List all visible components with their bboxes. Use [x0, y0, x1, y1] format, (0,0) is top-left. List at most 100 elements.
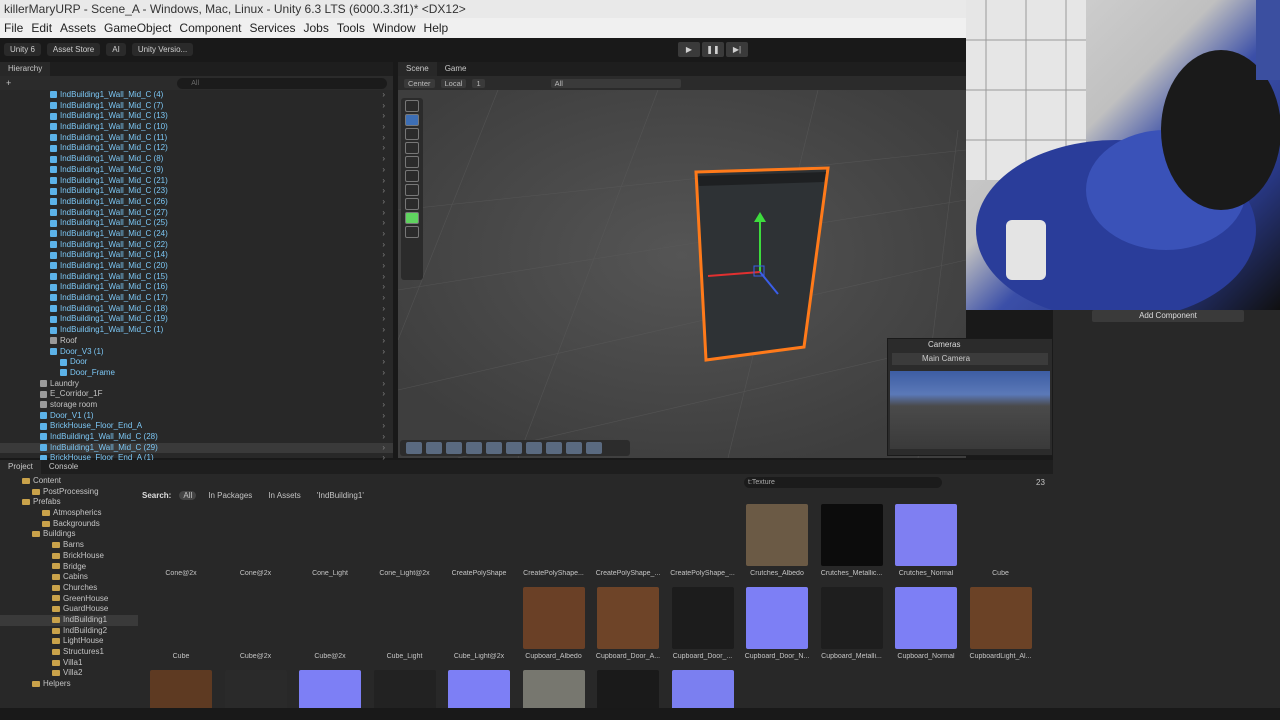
add-component-button[interactable]: Add Component: [1092, 310, 1244, 322]
asset-item[interactable]: Crutches_Metallic...: [815, 504, 889, 584]
object-mode-icon[interactable]: [406, 442, 422, 454]
menu-item-file[interactable]: File: [0, 18, 27, 38]
folder-row[interactable]: Buildings: [0, 529, 138, 540]
folder-row[interactable]: Backgrounds: [0, 519, 138, 530]
camera-dropdown[interactable]: Main Camera: [892, 353, 1048, 365]
hierarchy-row[interactable]: IndBuilding1_Wall_Mid_C (1) ›: [0, 325, 393, 336]
hierarchy-row[interactable]: IndBuilding1_Wall_Mid_C (12) ›: [0, 143, 393, 154]
hierarchy-row[interactable]: IndBuilding1_Wall_Mid_C (27) ›: [0, 208, 393, 219]
folder-row[interactable]: IndBuilding2: [0, 626, 138, 637]
asset-item[interactable]: Crutches_Albedo: [740, 504, 814, 584]
menu-item-window[interactable]: Window: [369, 18, 420, 38]
expand-arrow-icon[interactable]: ›: [382, 218, 385, 229]
space-dropdown[interactable]: Local: [440, 78, 467, 88]
expand-arrow-icon[interactable]: ›: [382, 229, 385, 240]
move-icon[interactable]: [566, 442, 582, 454]
expand-arrow-icon[interactable]: ›: [382, 293, 385, 304]
folder-row[interactable]: Helpers: [0, 679, 138, 690]
menu-item-help[interactable]: Help: [420, 18, 453, 38]
grid-icon[interactable]: [586, 442, 602, 454]
expand-arrow-icon[interactable]: ›: [382, 208, 385, 219]
move-tool-icon[interactable]: [405, 114, 419, 126]
hierarchy-row[interactable]: IndBuilding1_Wall_Mid_C (19) ›: [0, 314, 393, 325]
scene-view[interactable]: Scene Game Center Local 1 All: [398, 62, 966, 458]
expand-arrow-icon[interactable]: ›: [382, 347, 385, 358]
ai-button[interactable]: AI: [106, 42, 126, 56]
rect-tool-icon[interactable]: [405, 156, 419, 168]
asset-item[interactable]: Cube_Light@2x: [442, 587, 516, 667]
hierarchy-row[interactable]: IndBuilding1_Wall_Mid_C (28) ›: [0, 432, 393, 443]
asset-item[interactable]: Cupboard_Normal: [889, 587, 963, 667]
expand-arrow-icon[interactable]: ›: [382, 240, 385, 251]
expand-arrow-icon[interactable]: ›: [382, 176, 385, 187]
pivot-icon[interactable]: [486, 442, 502, 454]
hierarchy-row[interactable]: BrickHouse_Floor_End_A ›: [0, 421, 393, 432]
folder-row[interactable]: Atmospherics: [0, 508, 138, 519]
filter-packages[interactable]: In Packages: [204, 491, 256, 500]
asset-item[interactable]: Cube: [144, 587, 218, 667]
grid-snap-field[interactable]: 1: [472, 78, 485, 88]
asset-item[interactable]: [964, 670, 1038, 712]
vertex-mode-icon[interactable]: [426, 442, 442, 454]
hierarchy-row[interactable]: Laundry ›: [0, 379, 393, 390]
hierarchy-row[interactable]: Door_Frame ›: [0, 368, 393, 379]
expand-arrow-icon[interactable]: ›: [382, 304, 385, 315]
tab-game[interactable]: Game: [437, 62, 475, 76]
menu-item-component[interactable]: Component: [175, 18, 245, 38]
menu-item-assets[interactable]: Assets: [56, 18, 100, 38]
hierarchy-row[interactable]: Roof ›: [0, 336, 393, 347]
folder-row[interactable]: Cabins: [0, 572, 138, 583]
asset-item[interactable]: [293, 670, 367, 712]
tab-project[interactable]: Project: [0, 460, 41, 474]
pause-icon[interactable]: ❚❚: [702, 42, 724, 57]
expand-arrow-icon[interactable]: ›: [382, 111, 385, 122]
asset-item[interactable]: Cupboard_Metalli...: [815, 587, 889, 667]
expand-arrow-icon[interactable]: ›: [382, 197, 385, 208]
expand-arrow-icon[interactable]: ›: [382, 186, 385, 197]
folder-row[interactable]: Churches: [0, 583, 138, 594]
menu-item-jobs[interactable]: Jobs: [299, 18, 332, 38]
expand-arrow-icon[interactable]: ›: [382, 432, 385, 443]
asset-item[interactable]: [666, 670, 740, 712]
asset-item[interactable]: Cupboard_Door_A...: [591, 587, 665, 667]
expand-arrow-icon[interactable]: ›: [382, 325, 385, 336]
asset-item[interactable]: CreatePolyShape_...: [666, 504, 740, 584]
hierarchy-row[interactable]: IndBuilding1_Wall_Mid_C (9) ›: [0, 165, 393, 176]
asset-item[interactable]: Cupboard_Albedo: [517, 587, 591, 667]
asset-item[interactable]: CreatePolyShape_...: [591, 504, 665, 584]
expand-arrow-icon[interactable]: ›: [382, 154, 385, 165]
expand-arrow-icon[interactable]: ›: [382, 389, 385, 400]
folder-row[interactable]: Villa2: [0, 668, 138, 679]
folder-row[interactable]: PostProcessing: [0, 487, 138, 498]
asset-item[interactable]: Cone_Light@2x: [368, 504, 442, 584]
asset-item[interactable]: [889, 670, 963, 712]
transform-tool-icon[interactable]: [405, 170, 419, 182]
hierarchy-row[interactable]: IndBuilding1_Wall_Mid_C (11) ›: [0, 133, 393, 144]
hierarchy-row[interactable]: Door_V1 (1) ›: [0, 411, 393, 422]
project-search-input[interactable]: t:Texture: [744, 477, 942, 488]
add-icon[interactable]: +: [6, 78, 11, 88]
scene-search-input[interactable]: All: [550, 78, 681, 88]
folder-row[interactable]: BrickHouse: [0, 551, 138, 562]
folder-row[interactable]: GuardHouse: [0, 604, 138, 615]
filter-folder[interactable]: 'IndBuilding1': [313, 491, 368, 500]
asset-item[interactable]: Cube@2x: [219, 587, 293, 667]
hierarchy-row[interactable]: IndBuilding1_Wall_Mid_C (29) ›: [0, 442, 393, 454]
asset-item[interactable]: Cone@2x: [219, 504, 293, 584]
tab-console[interactable]: Console: [41, 460, 86, 474]
expand-arrow-icon[interactable]: ›: [382, 90, 385, 101]
hierarchy-row[interactable]: IndBuilding1_Wall_Mid_C (14) ›: [0, 250, 393, 261]
uv-icon[interactable]: [526, 442, 542, 454]
menu-item-services[interactable]: Services: [245, 18, 299, 38]
asset-item[interactable]: [219, 670, 293, 712]
version-control-button[interactable]: Unity Versio...: [131, 42, 194, 56]
asset-item[interactable]: Cone@2x: [144, 504, 218, 584]
hierarchy-row[interactable]: IndBuilding1_Wall_Mid_C (24) ›: [0, 229, 393, 240]
hierarchy-row[interactable]: IndBuilding1_Wall_Mid_C (7) ›: [0, 101, 393, 112]
edge-mode-icon[interactable]: [446, 442, 462, 454]
menu-item-gameobject[interactable]: GameObject: [100, 18, 175, 38]
asset-item[interactable]: Cupboard_Door_...: [666, 587, 740, 667]
probuilder-icon[interactable]: [405, 198, 419, 210]
asset-item[interactable]: [144, 670, 218, 712]
hierarchy-row[interactable]: IndBuilding1_Wall_Mid_C (21) ›: [0, 176, 393, 187]
